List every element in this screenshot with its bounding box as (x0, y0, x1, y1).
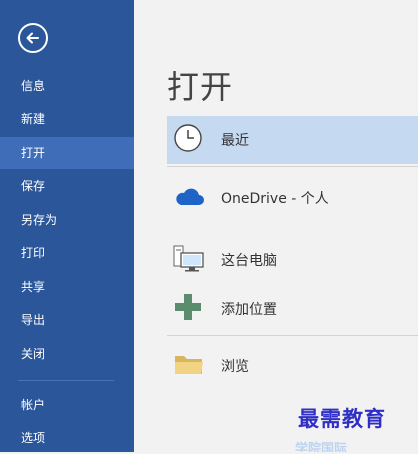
sidebar-item-label: 另存为 (21, 213, 58, 227)
sidebar-item-label: 导出 (21, 313, 46, 327)
sidebar-item-label: 保存 (21, 179, 46, 193)
sidebar-item-label: 关闭 (21, 347, 46, 361)
watermark-logo: 最需教育 (298, 406, 386, 431)
location-this-pc[interactable]: 这台电脑 (167, 236, 418, 284)
sidebar-item-label: 选项 (21, 431, 46, 445)
location-recent[interactable]: 最近 (167, 116, 418, 164)
sidebar-item-close[interactable]: 关闭 (0, 338, 134, 370)
sidebar-item-account[interactable]: 帐户 (0, 389, 134, 421)
sidebar-item-label: 打开 (21, 146, 46, 160)
location-label: 浏览 (221, 359, 249, 375)
sidebar-item-save[interactable]: 保存 (0, 170, 134, 202)
sidebar-item-save-as[interactable]: 另存为 (0, 204, 134, 236)
sidebar-item-print[interactable]: 打印 (0, 237, 134, 269)
location-onedrive[interactable]: OneDrive - 个人 (167, 174, 418, 222)
page-title: 打开 (167, 68, 234, 106)
location-label: 最近 (221, 133, 249, 149)
main-panel: 打开 最近 OneDrive - 个人 这台电脑 添加位置 浏览 (134, 0, 418, 452)
separator (167, 335, 418, 336)
sidebar-divider (18, 380, 114, 381)
sidebar-item-export[interactable]: 导出 (0, 304, 134, 336)
sidebar-item-label: 共享 (21, 280, 46, 294)
sidebar-item-new[interactable]: 新建 (0, 103, 134, 135)
watermark-subtext: 学院国际 (295, 442, 348, 452)
backstage-sidebar: 信息 新建 打开 保存 另存为 打印 共享 导出 关闭 帐户 选项 (0, 0, 134, 452)
sidebar-item-label: 新建 (21, 112, 46, 126)
cloud-icon (173, 185, 205, 211)
sidebar-item-label: 帐户 (21, 398, 46, 412)
location-label: 添加位置 (221, 302, 277, 318)
plus-icon (173, 292, 203, 326)
location-browse[interactable]: 浏览 (167, 342, 418, 390)
sidebar-item-options[interactable]: 选项 (0, 422, 134, 454)
sidebar-item-share[interactable]: 共享 (0, 271, 134, 303)
computer-icon (173, 243, 205, 277)
folder-icon (173, 351, 205, 381)
sidebar-item-label: 打印 (21, 246, 46, 260)
location-label: OneDrive - 个人 (221, 191, 329, 207)
back-button[interactable] (18, 23, 48, 53)
sidebar-item-open[interactable]: 打开 (0, 137, 134, 169)
separator (167, 166, 418, 167)
location-add-place[interactable]: 添加位置 (167, 285, 418, 333)
sidebar-item-label: 信息 (21, 79, 46, 93)
location-label: 这台电脑 (221, 253, 277, 269)
sidebar-item-info[interactable]: 信息 (0, 70, 134, 102)
back-arrow-icon (26, 32, 39, 44)
clock-icon (173, 123, 203, 157)
